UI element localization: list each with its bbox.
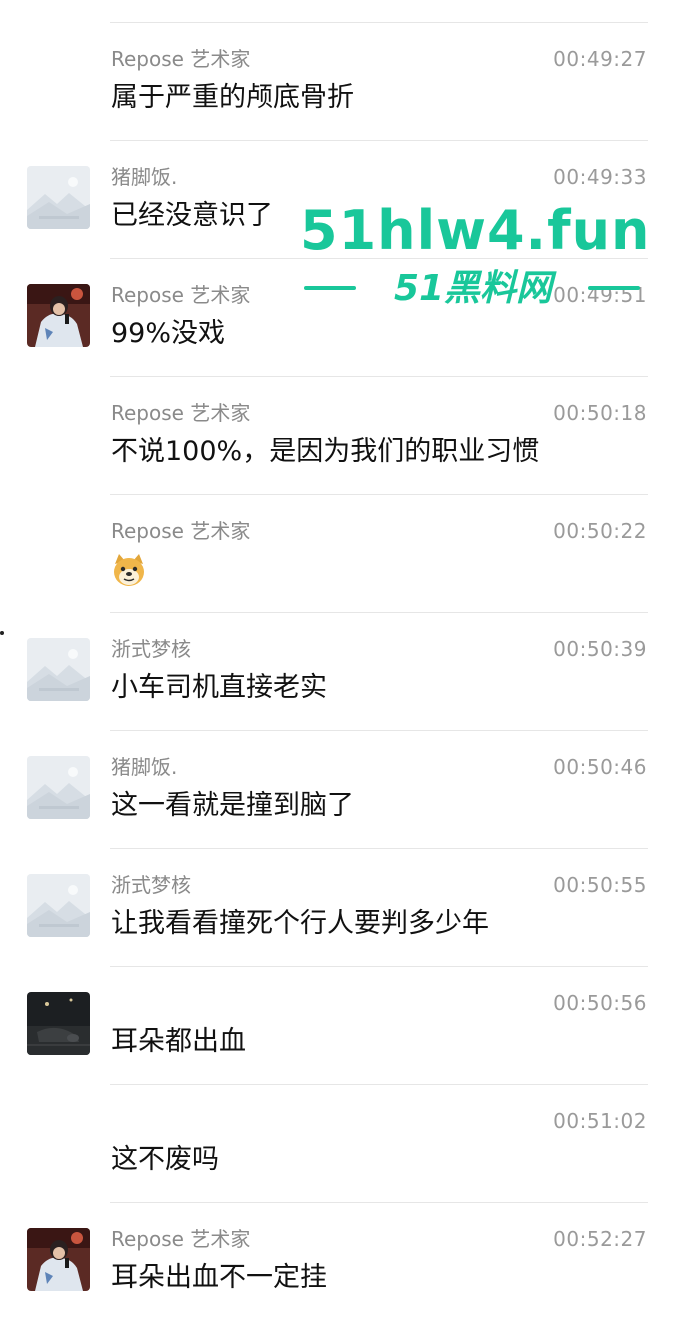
message-text: 不说100%，是因为我们的职业习惯 (111, 436, 540, 467)
sender-name: Repose 艺术家 (111, 401, 251, 425)
message-divider (110, 848, 648, 849)
placeholder-image-icon[interactable] (27, 166, 90, 229)
chat-message[interactable]: 00:51:02 这不废吗 (0, 1084, 676, 1202)
message-time: 00:49:33 (553, 165, 647, 189)
message-divider (110, 612, 648, 613)
sender-name: Repose 艺术家 (111, 47, 251, 71)
user-avatar-photo[interactable] (27, 284, 90, 347)
message-divider (110, 494, 648, 495)
chat-message[interactable]: Repose 艺术家 00:49:27 属于严重的颅底骨折 (0, 22, 676, 140)
message-time: 00:50:46 (553, 755, 647, 779)
message-text: 耳朵出血不一定挂 (111, 1262, 327, 1293)
edge-dot (0, 631, 4, 635)
message-text: 属于严重的颅底骨折 (111, 82, 354, 113)
user-avatar-photo[interactable] (27, 992, 90, 1055)
chat-history-list[interactable]: Repose 艺术家 00:49:27 属于严重的颅底骨折 猪脚饭. 00:49… (0, 0, 676, 1293)
message-divider (110, 1202, 648, 1203)
message-divider (110, 376, 648, 377)
message-text: 这一看就是撞到脑了 (111, 790, 354, 821)
chat-message[interactable]: Repose 艺术家 00:49:51 99%没戏 (0, 258, 676, 376)
sender-name: Repose 艺术家 (111, 519, 251, 543)
sender-name: 浙式梦核 (111, 637, 191, 661)
message-divider (110, 258, 648, 259)
message-text: 耳朵都出血 (111, 1026, 246, 1057)
message-text: 已经没意识了 (111, 200, 273, 231)
message-time: 00:49:51 (553, 283, 647, 307)
message-time: 00:49:27 (553, 47, 647, 71)
message-text: 让我看看撞死个行人要判多少年 (111, 908, 489, 939)
message-time: 00:50:18 (553, 401, 647, 425)
sender-name: 浙式梦核 (111, 873, 191, 897)
sender-name: 猪脚饭. (111, 755, 178, 779)
placeholder-image-icon[interactable] (27, 756, 90, 819)
message-divider (110, 730, 648, 731)
chat-message[interactable]: 00:50:56 耳朵都出血 (0, 966, 676, 1084)
sender-name: Repose 艺术家 (111, 283, 251, 307)
chat-message[interactable]: 猪脚饭. 00:50:46 这一看就是撞到脑了 (0, 730, 676, 848)
chat-message[interactable]: 浙式梦核 00:50:39 小车司机直接老实 (0, 612, 676, 730)
message-time: 00:52:27 (553, 1227, 647, 1251)
user-avatar-photo[interactable] (27, 1228, 90, 1291)
message-text: 99%没戏 (111, 318, 226, 349)
placeholder-image-icon[interactable] (27, 874, 90, 937)
sender-name: Repose 艺术家 (111, 1227, 251, 1251)
message-text: 小车司机直接老实 (111, 672, 327, 703)
chat-message[interactable]: 浙式梦核 00:50:55 让我看看撞死个行人要判多少年 (0, 848, 676, 966)
message-divider (110, 966, 648, 967)
sender-name: 猪脚饭. (111, 165, 178, 189)
chat-message[interactable]: Repose 艺术家 00:50:18 不说100%，是因为我们的职业习惯 (0, 376, 676, 494)
chat-message[interactable]: Repose 艺术家 00:50:22 (0, 494, 676, 612)
message-text: 这不废吗 (111, 1144, 219, 1175)
message-divider (110, 22, 648, 23)
message-divider (110, 140, 648, 141)
placeholder-image-icon[interactable] (27, 638, 90, 701)
message-time: 00:50:39 (553, 637, 647, 661)
doge-emoji-icon (111, 552, 147, 588)
message-time: 00:50:55 (553, 873, 647, 897)
message-time: 00:50:56 (553, 991, 647, 1015)
message-divider (110, 1084, 648, 1085)
chat-message[interactable]: 猪脚饭. 00:49:33 已经没意识了 (0, 140, 676, 258)
message-time: 00:50:22 (553, 519, 647, 543)
message-time: 00:51:02 (553, 1109, 647, 1133)
chat-message[interactable]: Repose 艺术家 00:52:27 耳朵出血不一定挂 (0, 1202, 676, 1320)
